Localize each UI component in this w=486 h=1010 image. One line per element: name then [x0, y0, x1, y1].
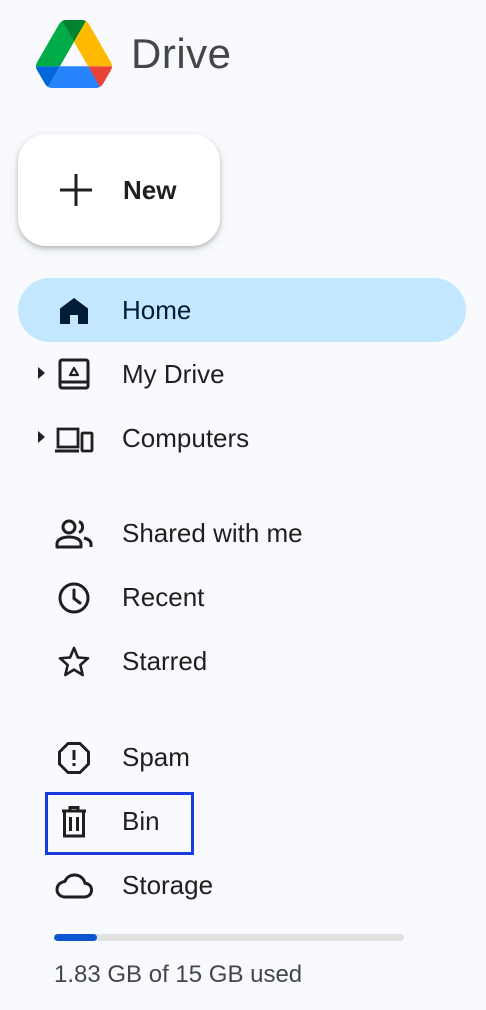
sidebar-item-label: Storage	[122, 870, 214, 900]
app-title: Drive	[131, 30, 232, 77]
expand-caret-icon[interactable]	[38, 367, 45, 379]
cloud-icon	[54, 869, 94, 903]
new-button-label: New	[123, 175, 177, 205]
clock-icon	[54, 581, 94, 615]
sidebar-item-bin[interactable]: Bin	[18, 789, 466, 853]
sidebar-item-starred[interactable]: Starred	[18, 629, 466, 693]
expand-caret-icon[interactable]	[38, 431, 45, 443]
my-drive-icon	[54, 358, 94, 392]
storage-usage-bar	[54, 934, 404, 941]
sidebar-item-computers[interactable]: Computers	[18, 406, 466, 470]
sidebar-item-my-drive[interactable]: My Drive	[18, 342, 466, 406]
star-icon	[54, 645, 94, 679]
spam-icon	[54, 741, 94, 775]
new-button[interactable]: New	[18, 134, 220, 246]
people-icon	[54, 517, 94, 551]
sidebar-item-shared-with-me[interactable]: Shared with me	[18, 501, 466, 565]
storage-usage-text: 1.83 GB of 15 GB used	[54, 961, 303, 988]
sidebar-item-label: Starred	[122, 646, 208, 676]
sidebar-item-label: Computers	[122, 423, 250, 453]
sidebar-item-label: Spam	[122, 742, 190, 772]
sidebar-item-label: Bin	[122, 806, 160, 836]
storage-usage-fill	[54, 934, 97, 941]
sidebar-item-home[interactable]: Home	[18, 278, 466, 342]
google-drive-logo-icon	[36, 20, 112, 88]
sidebar-item-label: Recent	[122, 582, 205, 612]
sidebar-item-spam[interactable]: Spam	[18, 725, 466, 789]
plus-icon	[60, 174, 92, 206]
sidebar-item-label: Home	[122, 295, 192, 325]
sidebar-item-label: Shared with me	[122, 518, 303, 548]
sidebar-item-label: My Drive	[122, 359, 225, 389]
sidebar-item-storage[interactable]: Storage	[18, 853, 466, 917]
computers-icon	[54, 422, 94, 456]
drive-logo[interactable]	[36, 18, 112, 90]
home-icon	[54, 294, 94, 328]
sidebar-item-recent[interactable]: Recent	[18, 565, 466, 629]
trash-icon	[54, 805, 94, 839]
